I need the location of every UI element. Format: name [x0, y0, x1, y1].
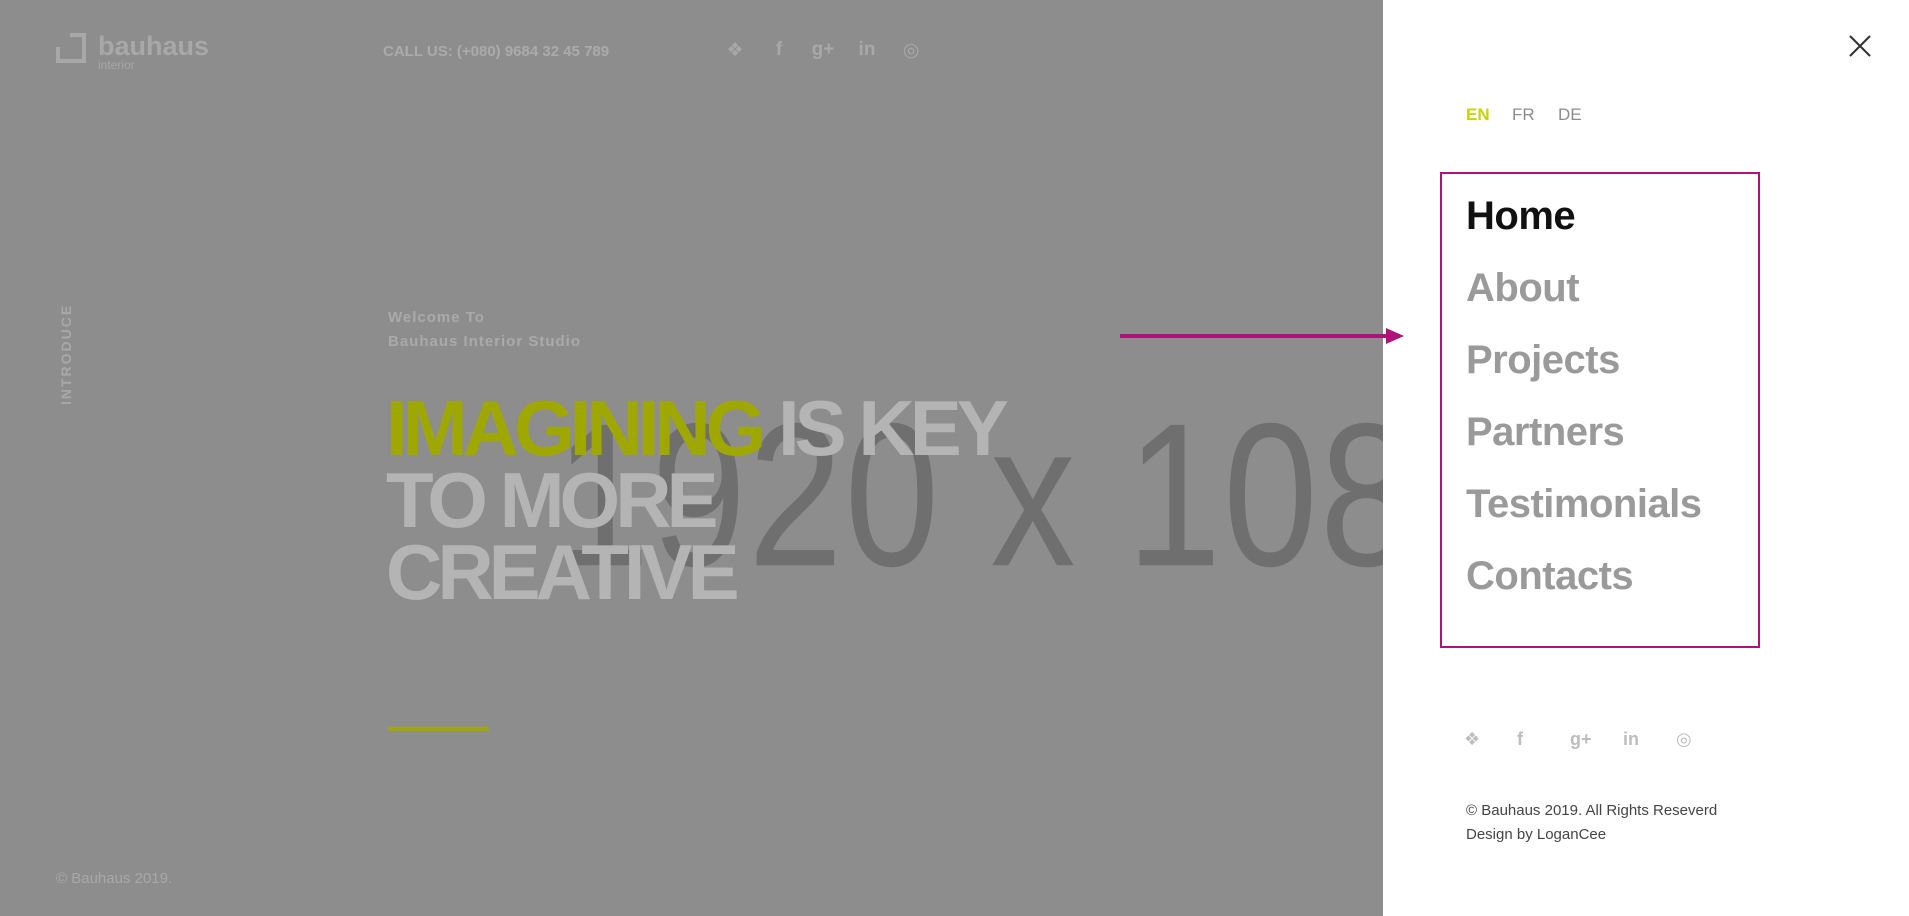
welcome-text: Welcome To Bauhaus Interior Studio	[388, 306, 581, 354]
google-plus-icon[interactable]: g+	[801, 39, 845, 62]
hero-overlay: 1920 x 1080 bauhaus interior CALL US: (+…	[0, 0, 1383, 916]
panel-copyright: © Bauhaus 2019. All Rights Reseverd	[1466, 802, 1718, 819]
dribbble-icon[interactable]: ◎	[889, 39, 933, 62]
panel-design-credit: Design by LoganCee	[1466, 826, 1607, 843]
side-label: INTRODUCE	[58, 303, 74, 405]
panel-social-links: ❖ f g+ in ◎	[1464, 729, 1729, 750]
language-switcher: EN FR DE	[1466, 105, 1604, 125]
menu-item-contacts[interactable]: Contacts	[1466, 548, 1702, 620]
lang-de[interactable]: DE	[1558, 105, 1604, 125]
welcome-line-1: Welcome To	[388, 309, 485, 326]
headline-rest: IS KEY	[761, 384, 1009, 472]
welcome-line-2: Bauhaus Interior Studio	[388, 333, 582, 350]
annotation-arrow-icon	[1120, 328, 1404, 344]
footer-copyright: © Bauhaus 2019.	[56, 870, 173, 887]
menu-item-projects[interactable]: Projects	[1466, 332, 1702, 404]
accent-bar	[388, 727, 489, 731]
menu-item-home[interactable]: Home	[1466, 188, 1702, 260]
menu-item-testimonials[interactable]: Testimonials	[1466, 476, 1702, 548]
twitter-icon[interactable]: ❖	[713, 39, 757, 62]
panel-footer: © Bauhaus 2019. All Rights Reseverd Desi…	[1466, 799, 1717, 847]
twitter-icon[interactable]: ❖	[1464, 729, 1517, 750]
logo[interactable]: bauhaus interior	[56, 33, 209, 71]
lang-fr[interactable]: FR	[1512, 105, 1558, 125]
google-plus-icon[interactable]: g+	[1570, 729, 1623, 750]
main-menu: Home About Projects Partners Testimonial…	[1466, 188, 1702, 620]
menu-item-partners[interactable]: Partners	[1466, 404, 1702, 476]
dribbble-icon[interactable]: ◎	[1676, 729, 1729, 750]
call-us-text: CALL US: (+080) 9684 32 45 789	[383, 43, 610, 60]
logo-mark-icon	[56, 33, 86, 63]
headline-line-2: TO MORE	[386, 456, 719, 544]
lang-en[interactable]: EN	[1466, 105, 1512, 125]
hero-headline: IMAGINING IS KEY TO MORE CREATIVE	[386, 389, 1009, 616]
menu-item-about[interactable]: About	[1466, 260, 1702, 332]
linkedin-icon[interactable]: in	[1623, 729, 1676, 750]
facebook-icon[interactable]: f	[757, 39, 801, 62]
headline-line-3: CREATIVE	[386, 528, 740, 616]
facebook-icon[interactable]: f	[1517, 729, 1570, 750]
linkedin-icon[interactable]: in	[845, 39, 889, 62]
logo-name: bauhaus	[98, 31, 210, 61]
close-icon[interactable]	[1848, 34, 1872, 58]
header-social-links: ❖ f g+ in ◎	[713, 39, 933, 62]
